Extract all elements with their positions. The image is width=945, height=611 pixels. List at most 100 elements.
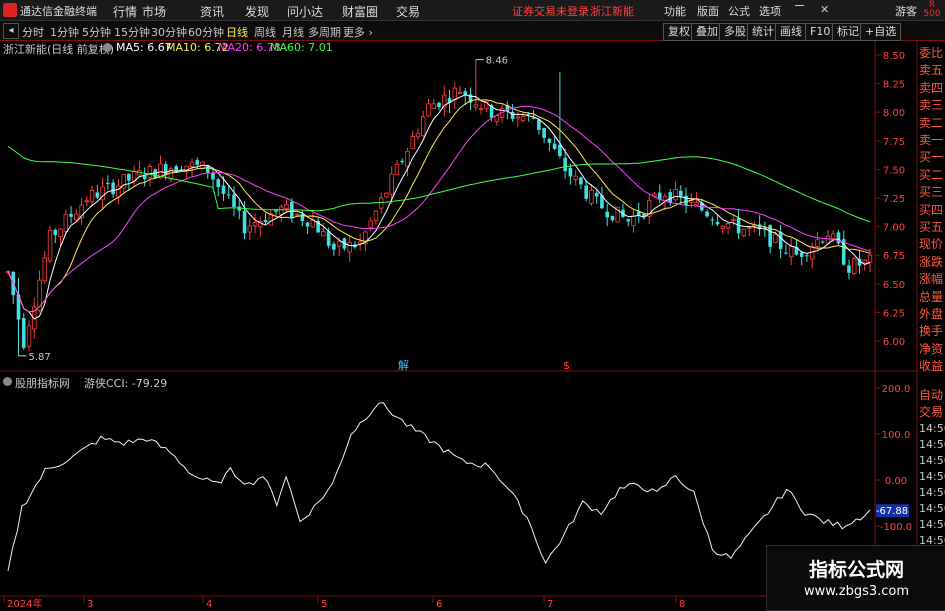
event-mark-unlock: 解 [398, 358, 409, 372]
side-item-14[interactable]: 总量 [919, 288, 943, 305]
side-item-7[interactable]: 买二 [919, 166, 943, 183]
guest-user[interactable]: 游客 [895, 3, 917, 19]
candle-body-12 [69, 213, 73, 217]
side-item-0[interactable]: 委比 [919, 44, 943, 61]
side-item-17[interactable]: 净资 [919, 340, 943, 357]
side-item-6[interactable]: 买一 [919, 148, 943, 165]
tab-period-3[interactable]: 15分钟 [114, 24, 150, 40]
side-item-4[interactable]: 卖二 [919, 114, 943, 131]
title-bar: 通达信金融终端 行情 市场 资讯 发现 问小达 财富圈 交易 证券交易未登录 浙… [0, 0, 945, 21]
side-item-2[interactable]: 卖四 [919, 79, 943, 96]
menu-trade[interactable]: 交易 [396, 3, 420, 20]
candle-body-148 [784, 252, 788, 254]
menu-functions[interactable]: 功能 [664, 3, 686, 19]
cci-value-label: 游侠CCI: -79.29 [84, 377, 168, 390]
candle-body-86 [457, 91, 463, 94]
tab-period-1[interactable]: 1分钟 [50, 24, 79, 40]
indicator-settings-icon[interactable] [3, 377, 12, 386]
stock-name-top: 浙江新能 [590, 5, 634, 18]
candle-body-93 [494, 115, 500, 122]
candle-body-101 [537, 119, 541, 130]
candle-body-82 [437, 102, 441, 108]
tab-period-8[interactable]: 月线 [282, 24, 304, 40]
candle-body-71 [378, 197, 384, 209]
ma-line-10 [7, 99, 871, 313]
candle-body-135 [715, 221, 720, 225]
side-item-12[interactable]: 涨跌 [919, 253, 943, 270]
menu-wealth[interactable]: 财富圈 [342, 3, 378, 20]
candle-body-138 [731, 218, 736, 221]
menu-quotes[interactable]: 行情 [113, 3, 137, 20]
candle-body-46 [247, 225, 252, 233]
candle-body-126 [668, 192, 673, 203]
trade-time-4: 14:56 [919, 486, 945, 499]
f10-button[interactable]: F10 [805, 23, 836, 41]
tab-period-5[interactable]: 60分钟 [188, 24, 224, 40]
menu-market[interactable]: 市场 [142, 3, 166, 20]
candle-body-105 [558, 144, 562, 157]
side-item-18[interactable]: 收益 [919, 357, 943, 374]
tab-period-7[interactable]: 周线 [254, 24, 276, 40]
tab-period-2[interactable]: 5分钟 [82, 24, 111, 40]
candle-body-15 [84, 200, 90, 203]
candle-body-111 [589, 189, 594, 204]
candle-body-109 [579, 177, 583, 185]
menu-ask[interactable]: 问小达 [287, 3, 323, 20]
side-lower-item-1[interactable]: 交易 [919, 403, 943, 420]
side-item-3[interactable]: 卖三 [919, 96, 943, 113]
side-item-11[interactable]: 现价 [919, 235, 943, 252]
candle-body-23 [127, 173, 131, 181]
candle-body-65 [347, 242, 352, 253]
date-label-2: 4 [206, 599, 212, 609]
draw-button[interactable]: 画线 [775, 23, 807, 41]
menu-formula[interactable]: 公式 [728, 3, 750, 19]
indicator-source: 股朋指标网 [15, 377, 70, 390]
candle-body-41 [221, 185, 226, 194]
side-item-9[interactable]: 买四 [919, 201, 943, 218]
candle-body-106 [563, 157, 567, 172]
candle-body-49 [263, 219, 268, 223]
date-label-0: 2024年 [7, 597, 42, 609]
trade-time-6: 14:56 [919, 518, 945, 531]
side-item-1[interactable]: 卖五 [919, 61, 943, 78]
candle-body-79 [421, 116, 426, 136]
candle-body-4 [26, 325, 32, 347]
menu-news[interactable]: 资讯 [200, 3, 224, 20]
candle-body-110 [584, 185, 588, 199]
back-arrow-icon[interactable]: ◂ [3, 23, 19, 39]
candle-body-53 [284, 204, 289, 210]
side-item-13[interactable]: 涨幅 [919, 270, 943, 287]
add-watchlist-button[interactable]: +自选 [860, 23, 902, 41]
watermark-url: www.zbgs3.com [803, 584, 910, 599]
tab-period-10[interactable]: 更多 › [343, 24, 373, 40]
close-icon[interactable]: ✕ [820, 3, 829, 16]
menu-layout[interactable]: 版面 [697, 3, 719, 19]
candle-body-115 [610, 215, 615, 221]
trade-time-2: 14:56 [919, 454, 945, 467]
side-item-15[interactable]: 外盘 [919, 305, 943, 322]
candle-body-69 [368, 220, 373, 229]
tab-period-9[interactable]: 多周期 [308, 24, 341, 40]
candle-body-76 [405, 150, 410, 167]
r-badge: R 500 [921, 1, 943, 19]
side-lower-item-0[interactable]: 自动 [919, 386, 943, 403]
side-item-5[interactable]: 卖一 [919, 131, 943, 148]
minimize-icon[interactable] [795, 5, 804, 6]
event-mark-dividend: $ [563, 359, 570, 372]
candle-body-50 [268, 213, 274, 226]
menu-discover[interactable]: 发现 [245, 3, 269, 20]
side-item-10[interactable]: 买五 [919, 218, 943, 235]
cci-current-label: -67.88 [876, 506, 908, 517]
side-item-8[interactable]: 买三 [919, 183, 943, 200]
side-item-16[interactable]: 换手 [919, 322, 943, 339]
candle-body-161 [852, 258, 857, 274]
candle-body-16 [89, 189, 95, 202]
tab-period-0[interactable]: 分时 [22, 24, 44, 40]
cci-tick-label-0: 200.0 [882, 384, 911, 395]
kline-chart[interactable]: 8.50 8.25 8.00 7.75 7.50 7.25 7.00 6.75 6.50 6.25… [0, 41, 918, 609]
tab-period-6[interactable]: 日线 [226, 24, 248, 40]
price-tick-label-7: 6.75 [883, 251, 905, 262]
login-status[interactable]: 证券交易未登录 [512, 3, 589, 19]
tab-period-4[interactable]: 30分钟 [151, 24, 187, 40]
menu-options[interactable]: 选项 [759, 3, 781, 19]
